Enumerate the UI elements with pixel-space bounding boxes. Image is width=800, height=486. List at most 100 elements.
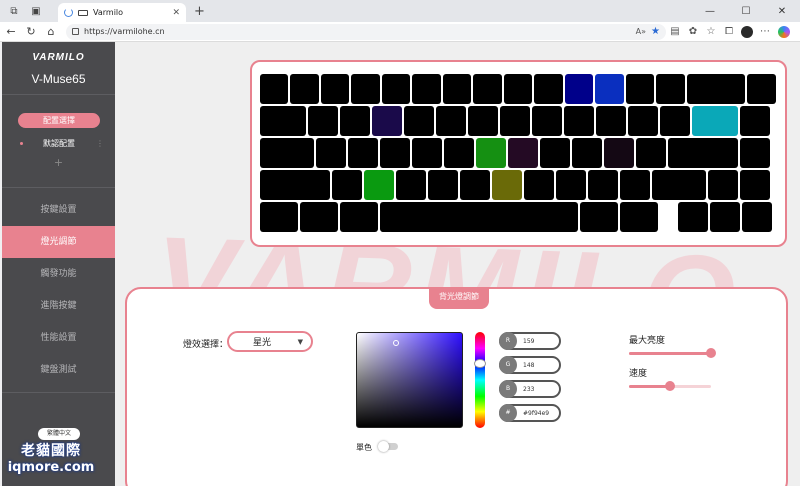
tab-actions-icon[interactable]: ▣	[28, 3, 44, 19]
keyboard-key[interactable]	[678, 202, 708, 232]
keyboard-key[interactable]	[348, 138, 378, 168]
workspaces-icon[interactable]: ⧉	[6, 3, 22, 19]
keyboard-key[interactable]	[380, 138, 410, 168]
url-field[interactable]: https://varmilohe.cn A» ★	[66, 23, 666, 40]
keyboard-key[interactable]	[473, 74, 502, 104]
green-input[interactable]: G 148	[499, 356, 561, 374]
menu-dots-icon[interactable]: ⋯	[756, 26, 774, 37]
keyboard-key[interactable]	[320, 74, 350, 104]
keyboard-key[interactable]	[620, 202, 658, 232]
hue-slider[interactable]	[474, 332, 486, 428]
keyboard-key[interactable]	[668, 138, 738, 168]
red-input[interactable]: R 159	[499, 332, 561, 350]
favorites-icon[interactable]: ☆	[702, 26, 720, 37]
keyboard-key[interactable]	[340, 106, 370, 136]
effect-select[interactable]: 星光 ▼	[227, 331, 313, 352]
config-item-default[interactable]: 默認配置 ⋮	[20, 138, 104, 149]
refresh-icon[interactable]: ↻	[22, 25, 40, 38]
browser-tab[interactable]: Varmilo ✕	[58, 3, 186, 22]
keyboard-key[interactable]	[625, 74, 655, 104]
keyboard-key[interactable]	[444, 138, 474, 168]
keyboard-key[interactable]	[572, 138, 602, 168]
split-icon[interactable]: ⧠	[720, 26, 738, 37]
blue-input[interactable]: B 233	[499, 380, 561, 398]
keyboard-key[interactable]	[428, 170, 458, 200]
keyboard-key[interactable]	[260, 74, 289, 104]
keyboard-key[interactable]	[492, 170, 522, 200]
hue-slider-thumb[interactable]	[474, 359, 486, 368]
new-tab-button[interactable]: +	[194, 5, 205, 19]
close-tab-icon[interactable]: ✕	[172, 8, 180, 18]
keyboard-key[interactable]	[595, 74, 624, 104]
keyboard-key[interactable]	[500, 106, 530, 136]
keyboard-key[interactable]	[742, 202, 772, 232]
collections-icon[interactable]: ▤	[666, 26, 684, 37]
keyboard-key[interactable]	[503, 74, 533, 104]
back-icon[interactable]: ←	[2, 25, 20, 38]
keyboard-key[interactable]	[596, 106, 626, 136]
keyboard-key[interactable]	[740, 138, 770, 168]
keyboard-key[interactable]	[412, 74, 441, 104]
sidebar-item-trigger[interactable]: 觸發功能	[2, 258, 115, 290]
keyboard-key[interactable]	[740, 170, 770, 200]
read-aloud-icon[interactable]: A»	[636, 27, 646, 36]
keyboard-key[interactable]	[260, 138, 314, 168]
max-brightness-slider[interactable]	[629, 348, 716, 358]
add-config-button[interactable]: +	[2, 156, 115, 169]
keyboard-key[interactable]	[564, 106, 594, 136]
keyboard-key[interactable]	[476, 138, 506, 168]
keyboard-key[interactable]	[534, 74, 563, 104]
sidebar-item-advanced-keys[interactable]: 進階按鍵	[2, 290, 115, 322]
keyboard-key[interactable]	[308, 106, 338, 136]
keyboard-key[interactable]	[652, 170, 706, 200]
copilot-icon[interactable]	[778, 25, 790, 38]
sidebar-item-lighting[interactable]: 燈光調節	[2, 226, 115, 258]
maximize-button[interactable]: ☐	[728, 6, 764, 17]
keyboard-key[interactable]	[364, 170, 394, 200]
slider-thumb[interactable]	[665, 381, 675, 391]
keyboard-key[interactable]	[412, 138, 442, 168]
keyboard-key[interactable]	[580, 202, 618, 232]
keyboard-key[interactable]	[442, 74, 472, 104]
keyboard-key[interactable]	[340, 202, 378, 232]
minimize-button[interactable]: —	[692, 6, 728, 17]
keyboard-key[interactable]	[588, 170, 618, 200]
keyboard-key[interactable]	[468, 106, 498, 136]
keyboard-key[interactable]	[300, 202, 338, 232]
close-window-button[interactable]: ✕	[764, 6, 800, 17]
speed-slider[interactable]	[629, 381, 711, 391]
single-color-toggle[interactable]	[378, 441, 398, 452]
keyboard-key[interactable]	[460, 170, 490, 200]
keyboard-key[interactable]	[604, 138, 634, 168]
home-icon[interactable]: ⌂	[42, 25, 60, 38]
sidebar-item-performance[interactable]: 性能設置	[2, 322, 115, 354]
language-button[interactable]: 繁體中文	[38, 428, 80, 440]
keyboard-key[interactable]	[656, 74, 685, 104]
keyboard-key[interactable]	[556, 170, 586, 200]
keyboard-key[interactable]	[540, 138, 570, 168]
keyboard-key[interactable]	[524, 170, 554, 200]
keyboard-key[interactable]	[660, 106, 690, 136]
keyboard-key[interactable]	[636, 138, 666, 168]
keyboard-key[interactable]	[532, 106, 562, 136]
keyboard-key[interactable]	[290, 74, 319, 104]
extensions-icon[interactable]: ✿	[684, 26, 702, 37]
slider-thumb[interactable]	[706, 348, 716, 358]
keyboard-key[interactable]	[380, 202, 578, 232]
keyboard-key[interactable]	[686, 74, 746, 104]
color-picker-area[interactable]	[356, 332, 463, 428]
hex-input[interactable]: # #9f94e9	[499, 404, 561, 422]
keyboard-key[interactable]	[260, 202, 298, 232]
color-picker-cursor[interactable]	[393, 340, 399, 346]
keyboard-key[interactable]	[316, 138, 346, 168]
keyboard-key[interactable]	[660, 202, 676, 232]
keyboard-key[interactable]	[692, 106, 738, 136]
sidebar-item-key-settings[interactable]: 按鍵設置	[2, 194, 115, 226]
keyboard-key[interactable]	[396, 170, 426, 200]
keyboard-key[interactable]	[740, 106, 770, 136]
keyboard-key[interactable]	[508, 138, 538, 168]
keyboard-key[interactable]	[351, 74, 380, 104]
profile-avatar[interactable]	[741, 25, 753, 38]
keyboard-key[interactable]	[332, 170, 362, 200]
keyboard-key[interactable]	[436, 106, 466, 136]
